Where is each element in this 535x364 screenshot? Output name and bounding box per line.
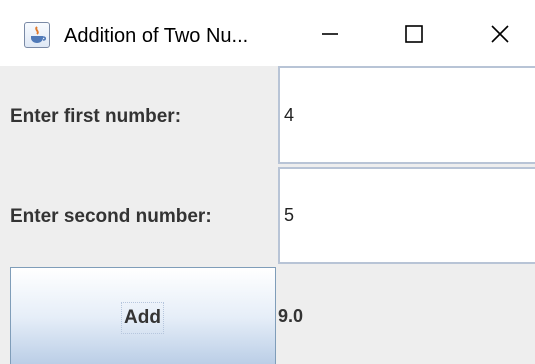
result-value: 9.0 xyxy=(278,306,304,326)
close-button[interactable] xyxy=(470,10,530,58)
second-number-label: Enter second number: xyxy=(10,206,212,227)
java-cup-icon xyxy=(24,22,50,48)
minimize-icon xyxy=(322,33,338,35)
add-button[interactable]: Add xyxy=(10,267,276,364)
first-number-field[interactable]: 4 xyxy=(278,66,535,164)
maximize-icon xyxy=(405,25,423,43)
app-window: Addition of Two Nu... Enter first number… xyxy=(0,0,535,364)
first-number-label: Enter first number: xyxy=(10,106,182,127)
second-number-field[interactable]: 5 xyxy=(278,167,535,264)
title-bar: Addition of Two Nu... xyxy=(0,0,535,66)
add-button-label: Add xyxy=(121,302,164,334)
maximize-button[interactable] xyxy=(384,10,444,58)
close-icon xyxy=(491,25,509,43)
window-title: Addition of Two Nu... xyxy=(64,25,249,47)
minimize-button[interactable] xyxy=(300,10,360,58)
